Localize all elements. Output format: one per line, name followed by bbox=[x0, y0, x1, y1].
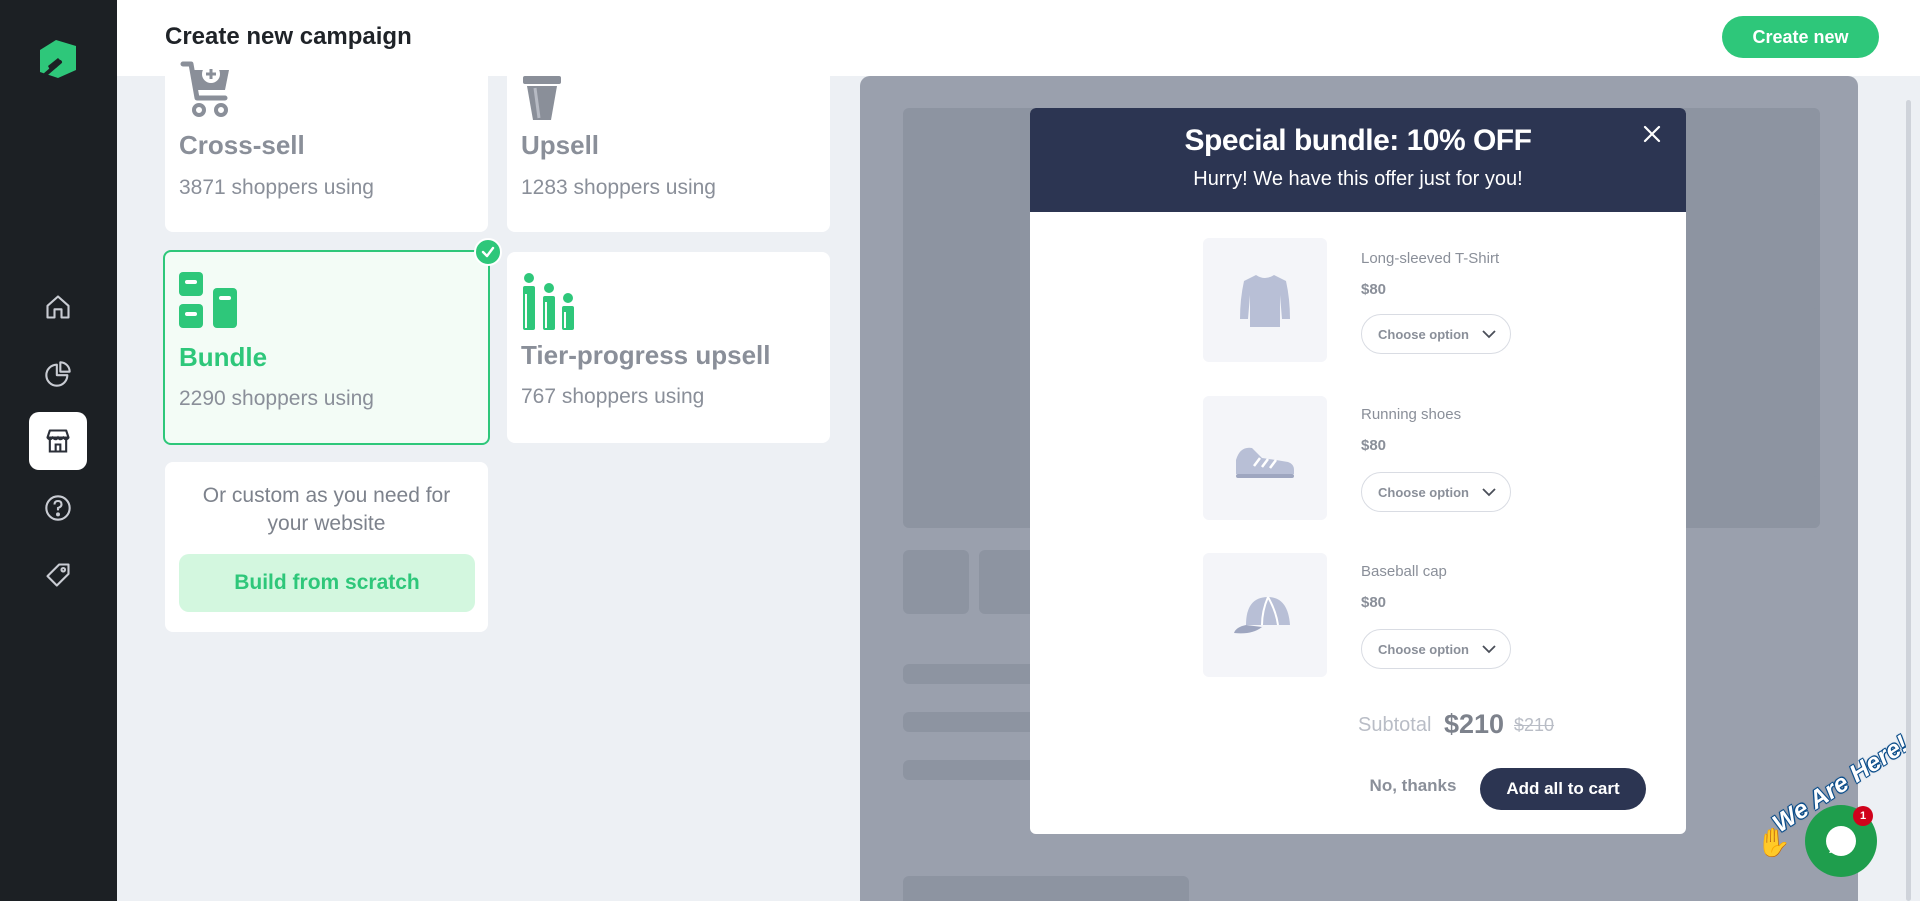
preview-skeleton-line bbox=[903, 760, 1043, 780]
option-select[interactable]: Choose option bbox=[1361, 472, 1511, 512]
subtotal-value: $210 bbox=[1444, 709, 1505, 739]
preview-skeleton-thumb bbox=[903, 550, 969, 614]
popup-header: Special bundle: 10% OFF Hurry! We have t… bbox=[1030, 108, 1686, 212]
card-title: Cross-sell bbox=[179, 130, 305, 160]
product-name: Baseball cap bbox=[1361, 563, 1447, 580]
sidebar-item-help[interactable] bbox=[29, 479, 87, 537]
cap-icon bbox=[1234, 596, 1290, 634]
campaign-card-bundle[interactable]: Bundle 2290 shoppers using bbox=[163, 238, 502, 445]
sidebar-item-analytics[interactable] bbox=[29, 345, 87, 403]
product-image bbox=[1203, 396, 1327, 520]
card-title: Bundle bbox=[179, 342, 268, 372]
store-icon bbox=[46, 429, 70, 453]
preview-skeleton-block bbox=[903, 876, 1189, 901]
check-icon bbox=[474, 238, 502, 266]
product-price: $80 bbox=[1361, 437, 1387, 454]
close-icon[interactable] bbox=[1640, 122, 1664, 146]
cup-icon bbox=[521, 74, 565, 127]
tag-icon bbox=[46, 563, 70, 587]
option-select[interactable]: Choose option bbox=[1361, 314, 1511, 354]
preview-skeleton-line bbox=[903, 664, 1043, 684]
subtotal-original-price: $210 bbox=[1514, 715, 1555, 735]
popup-subtitle: Hurry! We have this offer just for you! bbox=[1193, 168, 1523, 190]
shoe-icon bbox=[1236, 447, 1294, 478]
option-select[interactable]: Choose option bbox=[1361, 629, 1511, 669]
sidebar-item-tags[interactable] bbox=[29, 546, 87, 604]
card-usage: 767 shoppers using bbox=[521, 385, 705, 408]
popup-title: Special bundle: 10% OFF bbox=[1184, 124, 1532, 157]
chat-bubble-icon bbox=[1826, 826, 1856, 856]
campaign-card-tier-progress[interactable]: Tier-progress upsell 767 shoppers using bbox=[507, 252, 830, 443]
custom-campaign-text: Or custom as you need for your website bbox=[202, 484, 451, 535]
product-image bbox=[1203, 238, 1327, 362]
card-title: Upsell bbox=[521, 130, 600, 160]
product-price: $80 bbox=[1361, 281, 1387, 298]
card-usage: 3871 shoppers using bbox=[179, 176, 374, 199]
campaign-card-upsell[interactable]: Upsell 1283 shoppers using bbox=[507, 60, 830, 232]
subtotal-label: Subtotal bbox=[1358, 714, 1432, 736]
product-price: $80 bbox=[1361, 594, 1387, 611]
chevron-down-icon bbox=[1482, 329, 1496, 338]
shirt-icon bbox=[1240, 275, 1290, 327]
analytics-icon bbox=[45, 361, 71, 387]
bundle-popup: Special bundle: 10% OFF Hurry! We have t… bbox=[1030, 108, 1686, 834]
no-thanks-button[interactable]: No, thanks bbox=[1348, 768, 1478, 804]
card-usage: 1283 shoppers using bbox=[521, 176, 716, 199]
product-image bbox=[1203, 553, 1327, 677]
preview-skeleton-line bbox=[903, 712, 1043, 732]
chat-unread-badge: 1 bbox=[1853, 806, 1873, 826]
option-select-value: Choose option bbox=[1378, 641, 1469, 657]
sidebar-item-home[interactable] bbox=[29, 278, 87, 336]
chevron-down-icon bbox=[1482, 487, 1496, 496]
product-name: Running shoes bbox=[1361, 406, 1462, 423]
card-usage: 2290 shoppers using bbox=[179, 387, 374, 410]
campaign-card-cross-sell[interactable]: Cross-sell 3871 shoppers using bbox=[165, 60, 488, 232]
sidebar-item-store[interactable] bbox=[29, 412, 87, 470]
help-icon bbox=[45, 495, 71, 521]
build-from-scratch-button[interactable]: Build from scratch bbox=[179, 554, 475, 612]
page-scrollbar[interactable] bbox=[1906, 100, 1911, 901]
product-name: Long-sleeved T-Shirt bbox=[1361, 250, 1500, 267]
option-select-value: Choose option bbox=[1378, 484, 1469, 500]
cart-icon bbox=[179, 60, 233, 123]
page-title: Create new campaign bbox=[165, 23, 412, 50]
waving-hand-icon: ✋ bbox=[1756, 827, 1791, 858]
custom-campaign-card: Or custom as you need for your website B… bbox=[165, 462, 488, 632]
option-select-value: Choose option bbox=[1378, 326, 1469, 342]
brand-logo[interactable] bbox=[36, 36, 80, 80]
add-all-to-cart-button[interactable]: Add all to cart bbox=[1480, 768, 1646, 810]
tier-people-icon bbox=[521, 272, 577, 335]
card-title: Tier-progress upsell bbox=[521, 340, 771, 370]
bundle-icon bbox=[179, 272, 239, 337]
create-new-button[interactable]: Create new bbox=[1722, 16, 1879, 58]
home-icon bbox=[46, 295, 70, 319]
chevron-down-icon bbox=[1482, 644, 1496, 653]
sidebar bbox=[0, 0, 117, 901]
